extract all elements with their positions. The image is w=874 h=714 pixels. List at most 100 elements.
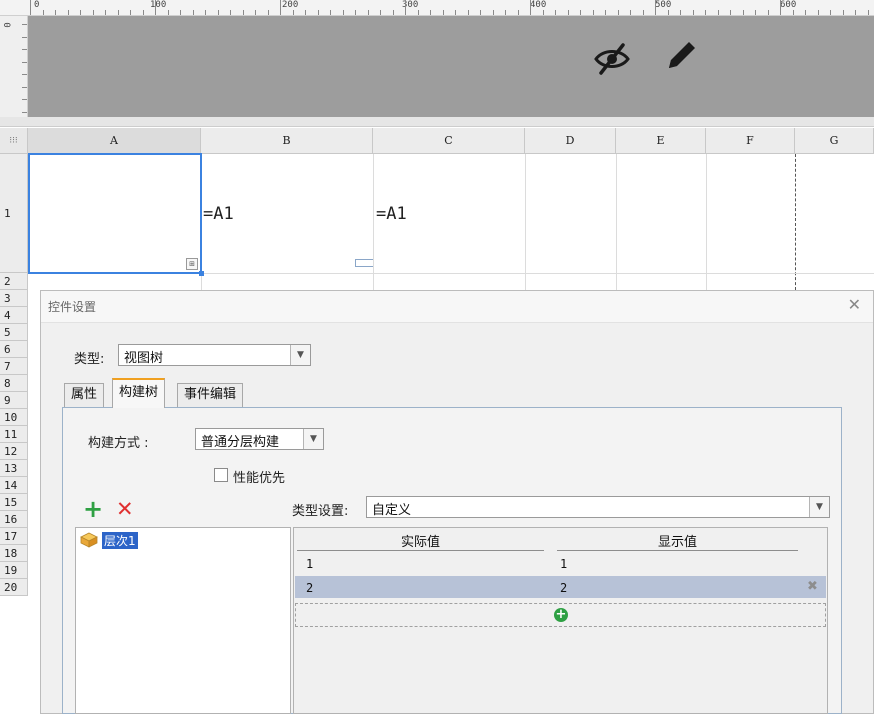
- level-list[interactable]: 层次1: [75, 527, 291, 714]
- column-header-b[interactable]: B: [201, 128, 373, 154]
- row-header[interactable]: 6: [0, 341, 28, 358]
- build-method-label: 构建方式 :: [88, 436, 149, 451]
- chevron-down-icon[interactable]: ▼: [290, 345, 310, 365]
- ruler-tick: [193, 10, 194, 15]
- ruler-tick: [180, 10, 181, 15]
- row-header[interactable]: 12: [0, 443, 28, 460]
- ruler-tick: [393, 10, 394, 15]
- tab-build-tree[interactable]: 构建树: [112, 378, 166, 408]
- ruler-tick: [243, 10, 244, 15]
- row-header[interactable]: 17: [0, 528, 28, 545]
- value-table: 实际值 显示值 1 1 2 2 ✖ +: [293, 527, 828, 714]
- row-header[interactable]: 14: [0, 477, 28, 494]
- column-header-c[interactable]: C: [373, 128, 525, 154]
- ruler-tick: [143, 10, 144, 15]
- chevron-down-icon[interactable]: ▼: [303, 429, 323, 449]
- row-header[interactable]: 15: [0, 494, 28, 511]
- build-method-select[interactable]: 普通分层构建 ▼: [195, 428, 324, 450]
- ruler-tick: [93, 10, 94, 15]
- ruler-tick: [43, 10, 44, 15]
- ruler-tick: [505, 10, 506, 15]
- add-row-area[interactable]: +: [295, 603, 826, 627]
- ruler-label: 0: [34, 0, 40, 10]
- row-header[interactable]: 10: [0, 409, 28, 426]
- type-setting-value: 自定义: [372, 503, 412, 518]
- table-cell[interactable]: 2: [560, 581, 567, 595]
- row-header[interactable]: 11: [0, 426, 28, 443]
- row-header[interactable]: 2: [0, 273, 28, 290]
- column-header-e[interactable]: E: [616, 128, 706, 154]
- ruler-tick: [430, 10, 431, 15]
- row-header[interactable]: 3: [0, 290, 28, 307]
- ruler-label: 500: [655, 0, 672, 10]
- delete-level-icon[interactable]: ✕: [116, 497, 134, 521]
- type-select[interactable]: 视图树 ▼: [118, 344, 311, 366]
- close-icon[interactable]: ✕: [848, 295, 861, 314]
- cell-c1[interactable]: =A1: [376, 204, 407, 224]
- cell-a1-selected[interactable]: ⊞: [28, 153, 204, 276]
- table-cell[interactable]: 2: [306, 581, 313, 595]
- tab-properties[interactable]: 属性: [64, 383, 105, 407]
- ruler-tick: [580, 10, 581, 15]
- ruler-tick: [22, 112, 27, 113]
- row-header[interactable]: 1: [0, 154, 28, 273]
- ruler-tick: [22, 87, 27, 88]
- ruler-tick: [830, 10, 831, 15]
- row-header[interactable]: 18: [0, 545, 28, 562]
- ruler-label: 200: [282, 0, 299, 10]
- ruler-tick: [618, 10, 619, 15]
- dialog-title: 控件设置: [48, 300, 97, 314]
- table-header-actual: 实际值: [297, 531, 544, 551]
- table-header-display: 显示值: [557, 531, 798, 551]
- row-header[interactable]: 5: [0, 324, 28, 341]
- row-header[interactable]: 4: [0, 307, 28, 324]
- add-row-icon[interactable]: +: [554, 608, 568, 622]
- column-header-f[interactable]: F: [706, 128, 795, 154]
- table-cell[interactable]: 1: [560, 557, 567, 571]
- column-header-g[interactable]: G: [795, 128, 874, 154]
- type-setting-select[interactable]: 自定义 ▼: [366, 496, 830, 518]
- tab-event-edit[interactable]: 事件编辑: [177, 383, 244, 407]
- cell-widget-icon[interactable]: ⊞: [186, 258, 198, 270]
- ruler-tick: [793, 10, 794, 15]
- column-header-d[interactable]: D: [525, 128, 616, 154]
- column-header-a[interactable]: A: [28, 128, 201, 154]
- ruler-tick: [55, 10, 56, 15]
- eye-off-icon[interactable]: [593, 42, 631, 79]
- ruler-tick: [493, 10, 494, 15]
- ruler-tick: [518, 10, 519, 15]
- ruler-tick: [668, 10, 669, 15]
- ruler-tick: [605, 10, 606, 15]
- table-cell[interactable]: 1: [306, 557, 313, 571]
- ruler-tick: [380, 10, 381, 15]
- dialog-titlebar[interactable]: [41, 291, 873, 323]
- row-header[interactable]: 19: [0, 562, 28, 579]
- row-header[interactable]: 9: [0, 392, 28, 409]
- level-item-label[interactable]: 层次1: [102, 532, 138, 549]
- ruler-tick: [418, 10, 419, 15]
- performance-first-checkbox[interactable]: [214, 468, 228, 482]
- ruler-tick: [818, 10, 819, 15]
- row-header[interactable]: 20: [0, 579, 28, 596]
- ruler-tick: [630, 10, 631, 15]
- row-header[interactable]: 7: [0, 358, 28, 375]
- cell-b1[interactable]: =A1: [203, 204, 234, 224]
- fill-handle[interactable]: [199, 271, 204, 276]
- pencil-icon[interactable]: [661, 36, 701, 79]
- ruler-tick: [130, 10, 131, 15]
- remove-row-icon[interactable]: ✖: [807, 579, 818, 594]
- ruler-tick: [355, 10, 356, 15]
- row-header[interactable]: 13: [0, 460, 28, 477]
- report-header-area[interactable]: [28, 16, 874, 117]
- row-header[interactable]: 8: [0, 375, 28, 392]
- add-level-icon[interactable]: +: [83, 497, 103, 521]
- type-setting-label: 类型设置:: [292, 504, 349, 519]
- row-header[interactable]: 16: [0, 511, 28, 528]
- ruler-tick: [680, 10, 681, 15]
- ruler-tick: [305, 10, 306, 15]
- ruler-tick: [755, 10, 756, 15]
- ruler-tick: [843, 10, 844, 15]
- type-label: 类型:: [74, 352, 105, 367]
- chevron-down-icon[interactable]: ▼: [809, 497, 829, 517]
- select-all-corner[interactable]: ⁝⁝⁝: [0, 128, 28, 154]
